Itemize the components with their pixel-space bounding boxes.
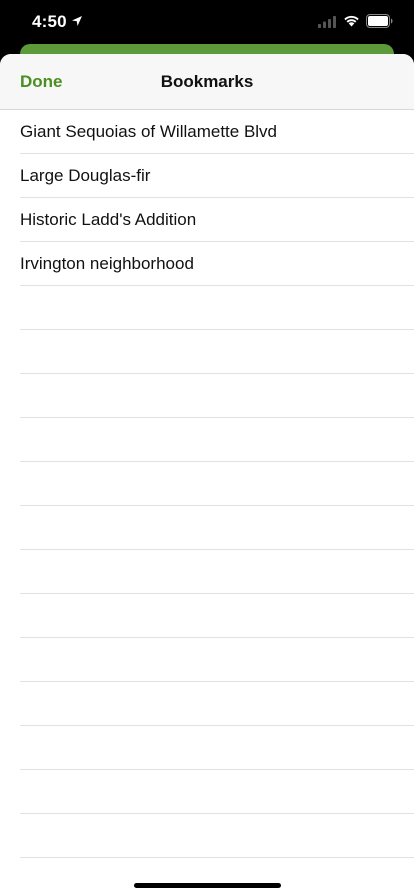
page-title: Bookmarks [160,72,254,91]
empty-row [20,726,414,770]
empty-row [20,594,414,638]
empty-row [20,770,414,814]
empty-row [20,814,414,858]
location-arrow-icon [72,16,82,26]
status-time: 4:50 [32,12,67,31]
empty-row [20,418,414,462]
bookmark-list: Giant Sequoias of Willamette Blvd Large … [0,110,414,896]
empty-row [20,682,414,726]
empty-row [20,550,414,594]
empty-row [20,858,414,896]
bookmark-item[interactable]: Historic Ladd's Addition [20,198,414,242]
empty-row [20,374,414,418]
empty-row [20,506,414,550]
bookmarks-sheet: Done Bookmarks Giant Sequoias of Willame… [0,54,414,896]
wifi-icon [344,15,359,27]
battery-icon [366,14,393,28]
navigation-bar: Done Bookmarks [0,54,414,110]
bookmark-item[interactable]: Irvington neighborhood [20,242,414,286]
empty-row [20,286,414,330]
bookmark-item[interactable]: Giant Sequoias of Willamette Blvd [20,110,414,154]
cellular-signal-icon [318,16,336,28]
status-bar: 4:50 [0,0,414,44]
empty-row [20,462,414,506]
empty-row [20,330,414,374]
empty-row [20,638,414,682]
home-indicator[interactable] [134,883,281,888]
bookmark-item[interactable]: Large Douglas-fir [20,154,414,198]
